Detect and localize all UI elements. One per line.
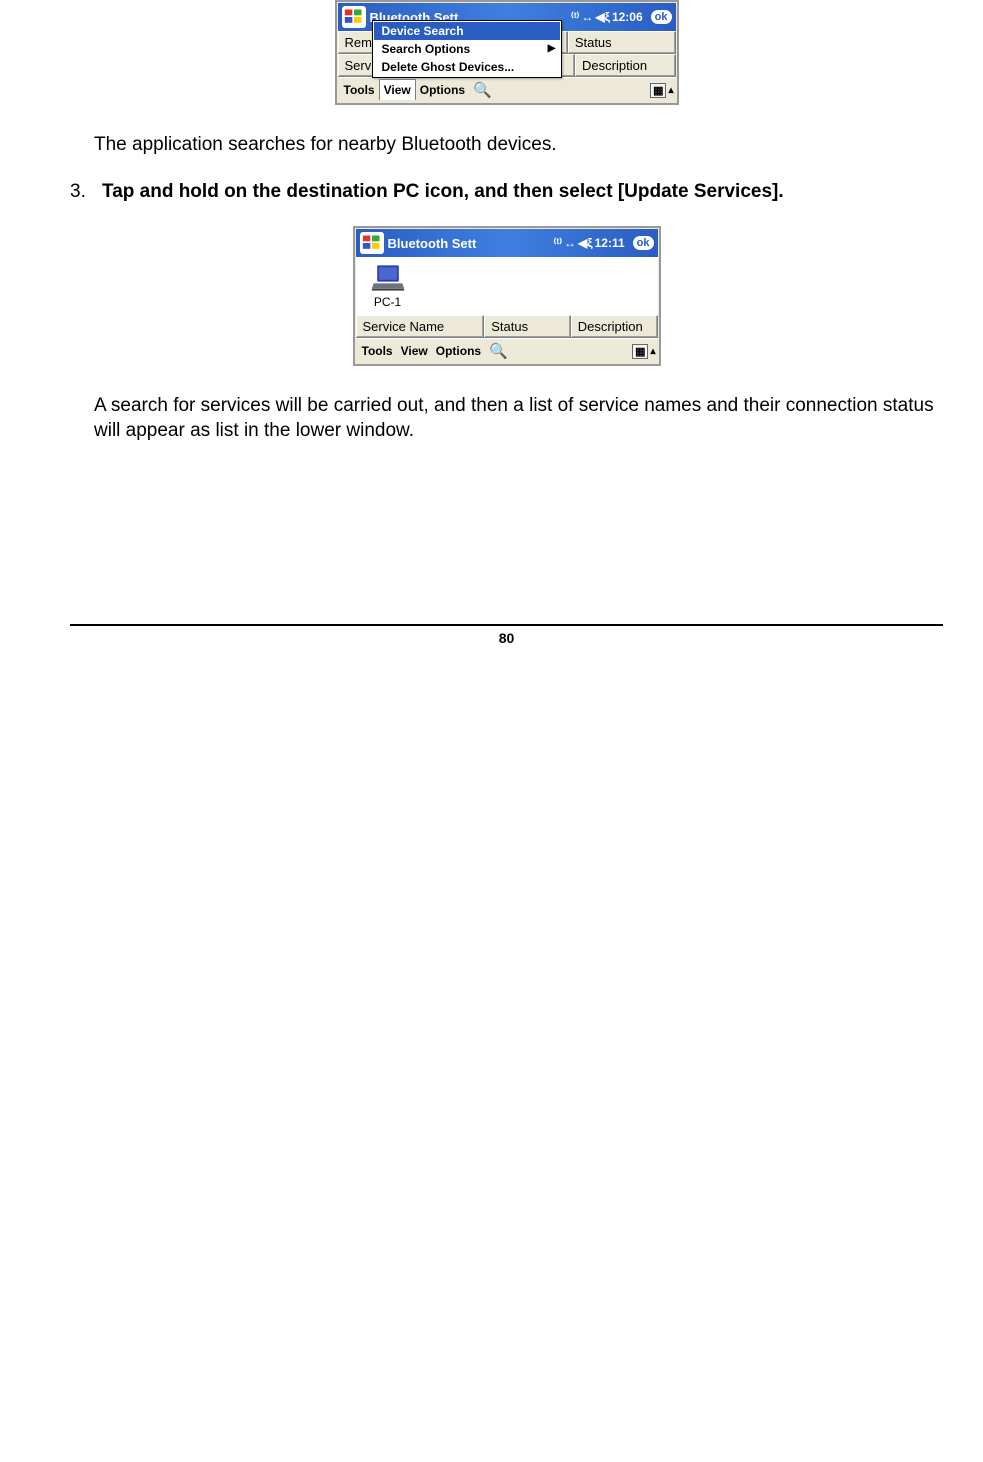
menu-bar-2: Tools View Options 🔍 ▦ ▴ <box>356 338 658 363</box>
menu-search-options[interactable]: Search Options▶ <box>374 40 560 58</box>
menu-view[interactable]: View <box>379 79 416 100</box>
sip-up-icon[interactable]: ▴ <box>668 85 673 96</box>
volume-icon: ◀ξ <box>578 236 593 250</box>
device-label: PC-1 <box>374 295 401 309</box>
sync-icon: ↔ <box>564 236 576 250</box>
menu-bar: Tools View Options 🔍 ▦ ▴ <box>338 77 676 102</box>
services-header-row-2: Service Name Status Description <box>356 315 658 338</box>
app-title: Bluetooth Sett <box>388 236 477 251</box>
step-3-number: 3. <box>70 180 92 205</box>
device-pc-1[interactable]: PC-1 <box>356 257 420 315</box>
menu-tools[interactable]: Tools <box>340 80 379 100</box>
signal-icon: ⁽ᵗ⁾ <box>554 236 563 250</box>
menu-delete-ghost-devices[interactable]: Delete Ghost Devices... <box>374 58 560 76</box>
start-icon[interactable] <box>360 232 384 254</box>
col-status[interactable]: Status <box>568 31 676 53</box>
clock-time: 12:11 <box>595 236 625 250</box>
caption-1: The application searches for nearby Blue… <box>94 133 943 158</box>
ok-button[interactable]: ok <box>651 10 672 24</box>
clock-time: 12:06 <box>612 10 643 24</box>
search-icon[interactable]: 🔍 <box>469 81 496 99</box>
col-service-status[interactable]: Status <box>484 315 570 337</box>
laptop-icon <box>370 263 406 293</box>
col-description[interactable]: Description <box>571 315 658 337</box>
view-popup-menu: Device Search Search Options▶ Delete Gho… <box>372 20 562 78</box>
menu-view[interactable]: View <box>397 341 432 361</box>
step-3-text: Tap and hold on the destination PC icon,… <box>102 180 943 205</box>
step-3: 3. Tap and hold on the destination PC ic… <box>70 180 943 205</box>
menu-options[interactable]: Options <box>432 341 485 361</box>
keyboard-icon[interactable]: ▦ <box>650 83 666 98</box>
menu-device-search[interactable]: Device Search <box>374 22 560 40</box>
col-description[interactable]: Description <box>575 54 675 76</box>
sync-icon: ↔ <box>581 10 593 24</box>
keyboard-icon[interactable]: ▦ <box>632 344 648 359</box>
search-icon[interactable]: 🔍 <box>485 342 512 360</box>
caption-2: A search for services will be carried ou… <box>94 394 943 443</box>
start-icon[interactable] <box>342 6 366 28</box>
menu-options[interactable]: Options <box>416 80 469 100</box>
page-number: 80 <box>499 630 515 646</box>
screenshot-2: Bluetooth Sett ⁽ᵗ⁾ ↔ ◀ξ 12:11 ok <box>353 226 661 366</box>
col-service-name[interactable]: Service Name <box>356 315 485 337</box>
page-footer: 80 <box>70 624 943 646</box>
remote-devices-area[interactable]: PC-1 <box>356 257 658 315</box>
submenu-arrow-icon: ▶ <box>548 43 556 54</box>
signal-icon: ⁽ᵗ⁾ <box>571 10 580 24</box>
ok-button[interactable]: ok <box>633 236 654 250</box>
sip-up-icon[interactable]: ▴ <box>650 346 655 357</box>
screenshot-1: Bluetooth Sett ⁽ᵗ⁾ ↔ ◀ξ 12:06 ok Remote … <box>335 0 679 105</box>
volume-icon: ◀ξ <box>595 10 610 24</box>
menu-tools[interactable]: Tools <box>358 341 397 361</box>
title-bar-2: Bluetooth Sett ⁽ᵗ⁾ ↔ ◀ξ 12:11 ok <box>356 229 658 257</box>
